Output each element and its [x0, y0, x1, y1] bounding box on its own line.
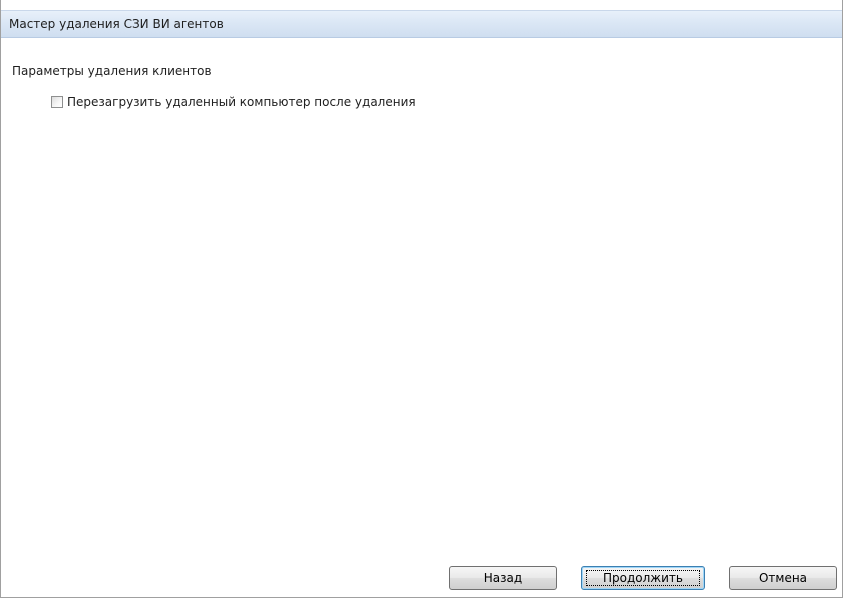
reboot-option-label: Перезагрузить удаленный компьютер после … — [67, 95, 416, 109]
wizard-window: Мастер удаления СЗИ ВИ агентов Параметры… — [0, 0, 843, 598]
section-title: Параметры удаления клиентов — [12, 64, 212, 78]
continue-button-label: Продолжить — [603, 571, 683, 585]
cancel-button[interactable]: Отмена — [729, 566, 837, 590]
title-bar: Мастер удаления СЗИ ВИ агентов — [1, 10, 842, 38]
reboot-checkbox[interactable] — [51, 96, 63, 108]
back-button[interactable]: Назад — [449, 566, 557, 590]
window-title: Мастер удаления СЗИ ВИ агентов — [9, 17, 224, 31]
reboot-option[interactable]: Перезагрузить удаленный компьютер после … — [51, 94, 416, 110]
continue-button[interactable]: Продолжить — [581, 566, 705, 590]
